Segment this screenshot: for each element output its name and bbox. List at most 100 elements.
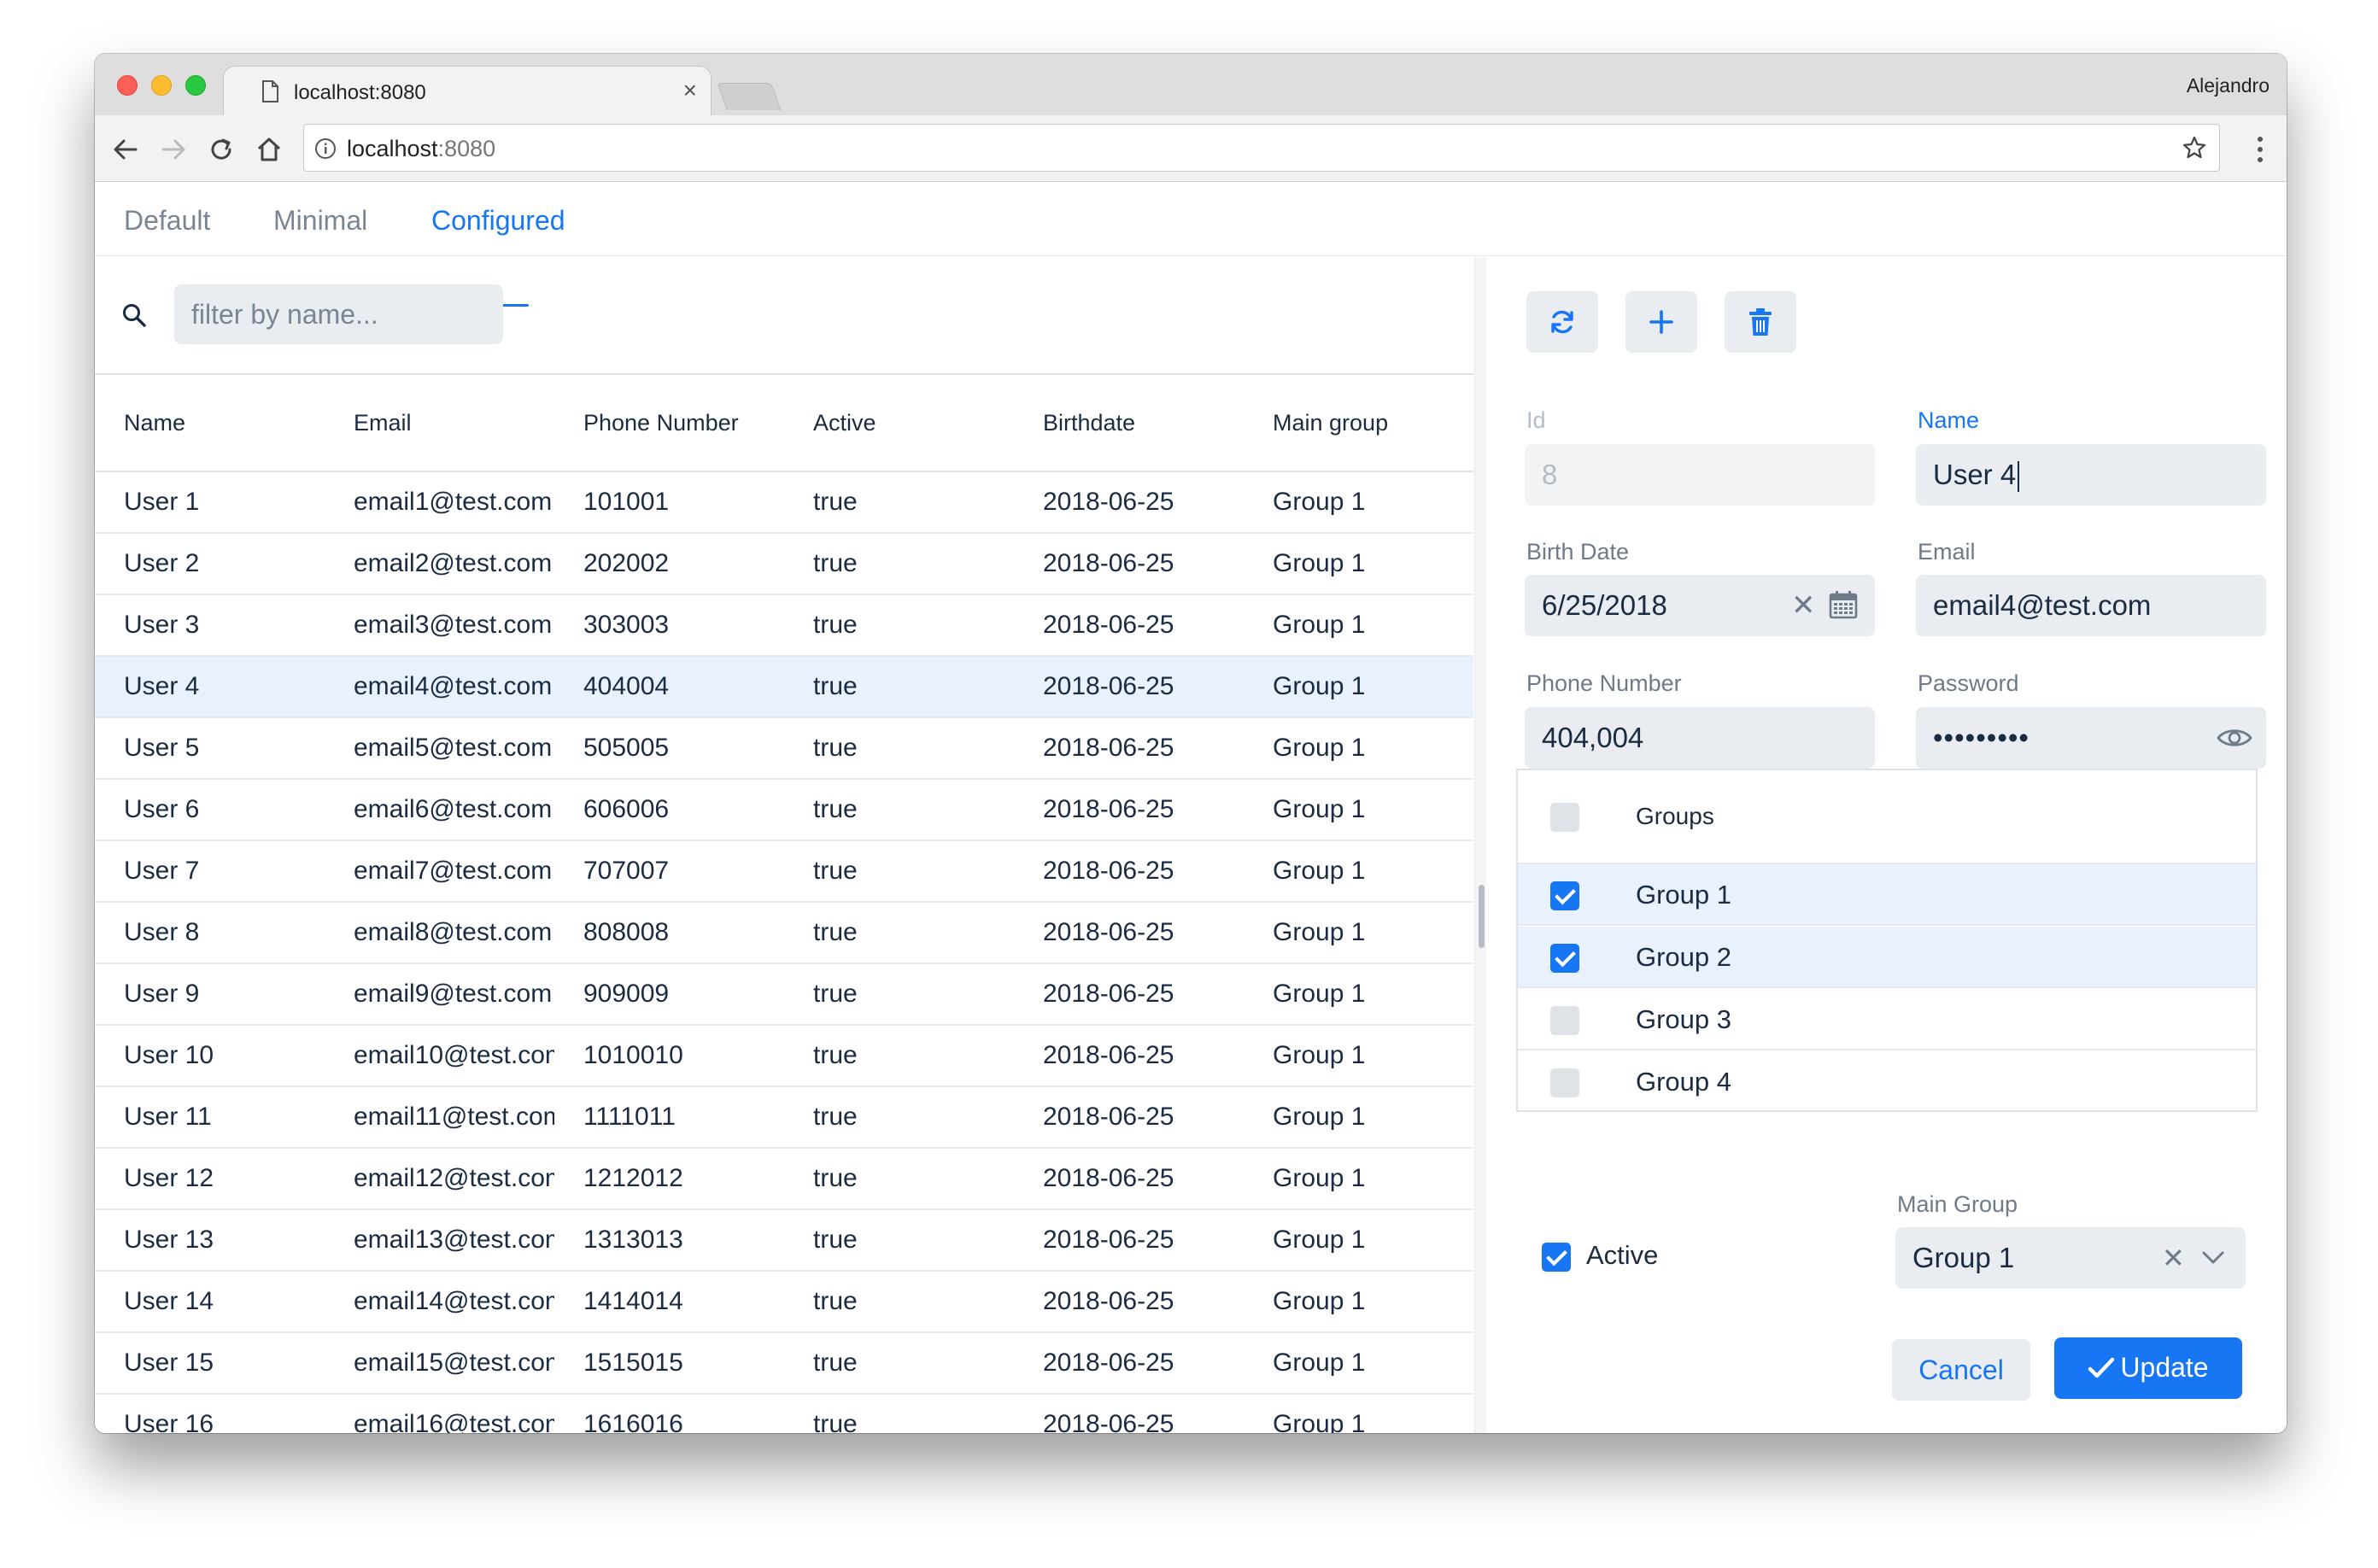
minimize-window-button[interactable] [151, 75, 172, 96]
bookmark-star-icon[interactable] [2182, 135, 2207, 161]
name-field[interactable]: User 4 [1916, 444, 2266, 506]
cell-group: Group 1 [1244, 1025, 1473, 1087]
column-header[interactable]: Main group [1244, 376, 1473, 472]
profile-name[interactable]: Alejandro [2187, 74, 2270, 97]
grid-scrollbar[interactable] [1474, 257, 1486, 1433]
cell-group: Group 1 [1244, 1332, 1473, 1395]
cell-email: email3@test.com [325, 594, 554, 657]
chevron-down-icon[interactable] [2201, 1249, 2225, 1267]
cell-birthdate: 2018-06-25 [1014, 1209, 1244, 1272]
id-field: 8 [1525, 444, 1875, 506]
table-row[interactable]: User 15 email15@test.com 1515015 true 2018-0… [95, 1332, 1473, 1395]
eye-icon[interactable] [2217, 726, 2252, 750]
group-checkbox[interactable] [1550, 1006, 1579, 1035]
table-row[interactable]: User 5 email5@test.com 505005 true 2018-06-2… [95, 717, 1473, 780]
cell-email: email11@test.com [325, 1086, 554, 1149]
page-icon [262, 80, 278, 102]
table-row[interactable]: User 7 email7@test.com 707007 true 2018-06-2… [95, 840, 1473, 903]
tab-configured[interactable]: Configured [431, 205, 565, 237]
calendar-icon[interactable] [1829, 590, 1858, 619]
browser-tab[interactable]: localhost:8080 × [223, 66, 712, 115]
table-row[interactable]: User 16 email16@test.com 1616016 true 2018-0… [95, 1394, 1473, 1433]
cell-name: User 9 [95, 963, 325, 1026]
main-group-select[interactable]: Group 1 ✕ [1895, 1227, 2246, 1289]
table-row[interactable]: User 8 email8@test.com 808008 true 2018-06-2… [95, 902, 1473, 964]
clear-selection-icon[interactable]: ✕ [2162, 1243, 2185, 1273]
cell-phone: 808008 [554, 902, 784, 964]
column-header[interactable]: Name [95, 376, 325, 472]
more-vert-icon[interactable] [2256, 134, 2264, 165]
table-row[interactable]: User 11 email11@test.com 1111011 true 2018-0… [95, 1086, 1473, 1149]
table-row[interactable]: User 4 email4@test.com 404004 true 2018-06-2… [95, 656, 1473, 718]
home-icon[interactable] [254, 134, 284, 165]
tab-default[interactable]: Default [124, 205, 210, 237]
table-row[interactable]: User 2 email2@test.com 202002 true 2018-06-2… [95, 533, 1473, 595]
cell-active: true [784, 840, 1014, 903]
column-header[interactable]: Phone Number [554, 376, 784, 472]
tab-minimal[interactable]: Minimal [273, 205, 367, 237]
address-bar[interactable]: localhost:8080 [303, 124, 2220, 172]
password-field[interactable]: ••••••••• [1916, 707, 2266, 769]
table-row[interactable]: User 10 email10@test.com 1010010 true 2018-0… [95, 1025, 1473, 1087]
cell-name: User 7 [95, 840, 325, 903]
table-row[interactable]: User 9 email9@test.com 909009 true 2018-06-2… [95, 963, 1473, 1026]
group-checkbox[interactable] [1550, 944, 1579, 973]
table-body: User 1 email1@test.com 101001 true 2018-06-2… [95, 471, 1473, 1433]
cell-group: Group 1 [1244, 533, 1473, 595]
group-checkbox[interactable] [1550, 881, 1579, 910]
update-button[interactable]: Update [2054, 1337, 2242, 1399]
clear-date-icon[interactable]: ✕ [1791, 590, 1816, 621]
cell-active: true [784, 656, 1014, 718]
close-window-button[interactable] [117, 75, 138, 96]
cancel-button[interactable]: Cancel [1892, 1339, 2030, 1401]
email-field[interactable]: email4@test.com [1916, 575, 2266, 636]
forward-arrow-icon[interactable] [158, 134, 189, 165]
active-checkbox[interactable] [1542, 1243, 1571, 1272]
cell-phone: 1010010 [554, 1025, 784, 1087]
select-all-checkbox[interactable] [1550, 803, 1579, 832]
scrollbar-thumb[interactable] [1479, 885, 1485, 948]
reload-icon[interactable] [206, 134, 237, 165]
cell-group: Group 1 [1244, 902, 1473, 964]
table-row[interactable]: User 6 email6@test.com 606006 true 2018-06-2… [95, 779, 1473, 841]
group-row[interactable]: Group 1 [1518, 864, 2256, 926]
cell-phone: 1515015 [554, 1332, 784, 1395]
new-tab-button[interactable] [717, 83, 782, 110]
column-header[interactable]: Birthdate [1014, 376, 1244, 472]
group-row[interactable]: Group 4 [1518, 1051, 2256, 1113]
table-row[interactable]: User 1 email1@test.com 101001 true 2018-06-2… [95, 471, 1473, 534]
cell-email: email8@test.com [325, 902, 554, 964]
group-checkbox[interactable] [1550, 1068, 1579, 1097]
app-content: Default Minimal Configured filter by nam… [95, 183, 2287, 1433]
groups-header-row: Groups [1518, 770, 2256, 864]
refresh-button[interactable] [1526, 291, 1598, 353]
table-row[interactable]: User 13 email13@test.com 1313013 true 2018-0… [95, 1209, 1473, 1272]
cell-active: true [784, 1209, 1014, 1272]
cell-email: email12@test.com [325, 1148, 554, 1210]
table-row[interactable]: User 12 email12@test.com 1212012 true 2018-0… [95, 1148, 1473, 1210]
cell-name: User 11 [95, 1086, 325, 1149]
password-label: Password [1918, 670, 2019, 696]
cell-active: true [784, 1394, 1014, 1433]
cell-email: email6@test.com [325, 779, 554, 841]
add-button[interactable] [1625, 291, 1697, 353]
group-row[interactable]: Group 2 [1518, 927, 2256, 988]
column-header[interactable]: Email [325, 376, 554, 472]
birth-date-field[interactable]: 6/25/2018 ✕ [1525, 575, 1875, 636]
group-row[interactable]: Group 3 [1518, 989, 2256, 1050]
column-header[interactable]: Active [784, 376, 1014, 472]
cell-birthdate: 2018-06-25 [1014, 1271, 1244, 1333]
table-row[interactable]: User 3 email3@test.com 303003 true 2018-06-2… [95, 594, 1473, 657]
cell-phone: 909009 [554, 963, 784, 1026]
delete-button[interactable] [1725, 291, 1796, 353]
cell-name: User 2 [95, 533, 325, 595]
cell-birthdate: 2018-06-25 [1014, 963, 1244, 1026]
phone-number-field[interactable]: 404,004 [1525, 707, 1875, 769]
table-row[interactable]: User 14 email14@test.com 1414014 true 2018-0… [95, 1271, 1473, 1333]
back-arrow-icon[interactable] [110, 134, 141, 165]
zoom-window-button[interactable] [185, 75, 206, 96]
cell-birthdate: 2018-06-25 [1014, 717, 1244, 780]
close-tab-icon[interactable]: × [683, 77, 697, 104]
info-icon[interactable] [314, 137, 337, 160]
group-label: Group 1 [1636, 880, 1732, 910]
